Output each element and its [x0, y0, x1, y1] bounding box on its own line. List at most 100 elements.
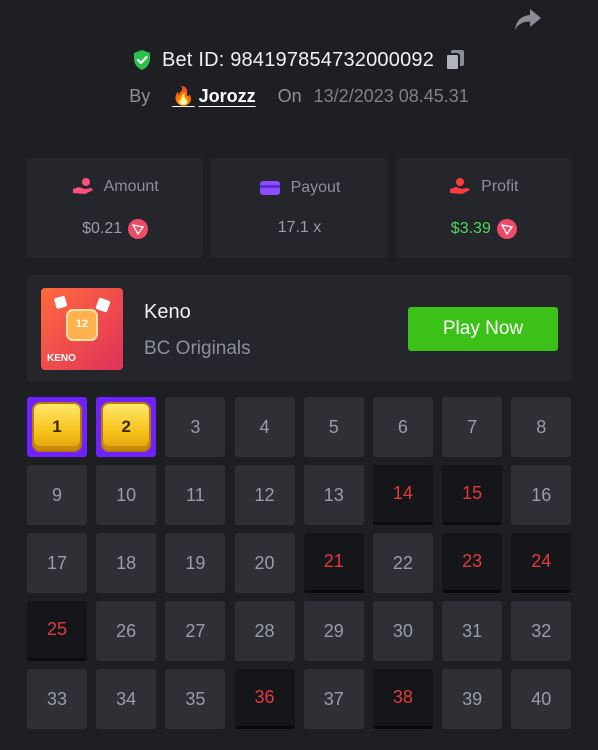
keno-tile-1[interactable]: 1	[27, 397, 87, 457]
keno-tile-number: 18	[116, 552, 137, 573]
keno-thumbnail[interactable]: 12 KENO	[41, 288, 123, 370]
keno-tile-17[interactable]: 17	[27, 533, 87, 593]
profit-value: $3.39	[450, 220, 491, 237]
keno-tile-26[interactable]: 26	[96, 601, 157, 661]
keno-tile-23[interactable]: 23	[442, 533, 503, 593]
keno-tile-number: 30	[392, 620, 413, 641]
keno-tile-13[interactable]: 13	[303, 465, 364, 525]
game-provider: BC Originals	[144, 338, 251, 359]
bet-date: 13/2/2023 08.45.31	[313, 85, 469, 106]
keno-tile-2[interactable]: 2	[96, 397, 157, 457]
keno-tile-number: 13	[323, 484, 344, 505]
keno-tile-number: 5	[328, 416, 339, 437]
copy-icon[interactable]	[444, 48, 466, 72]
keno-tile-6[interactable]: 6	[372, 397, 433, 457]
keno-tile-33[interactable]: 33	[27, 669, 87, 729]
on-label: On	[277, 85, 302, 106]
keno-tile-27[interactable]: 27	[165, 601, 226, 661]
keno-tile-number: 35	[185, 688, 206, 709]
keno-tile-20[interactable]: 20	[234, 533, 295, 593]
keno-tile-number: 3	[190, 416, 201, 437]
keno-tile-number: 24	[531, 551, 552, 571]
keno-tile-number: 34	[116, 688, 137, 709]
keno-tile-number: 16	[531, 484, 552, 505]
keno-tile-4[interactable]: 4	[234, 397, 295, 457]
keno-tile-9[interactable]: 9	[27, 465, 87, 525]
keno-tile-30[interactable]: 30	[372, 601, 433, 661]
keno-tile-number: 14	[392, 483, 413, 503]
keno-tile-25[interactable]: 25	[27, 601, 87, 661]
keno-tile-number: 25	[46, 619, 68, 639]
keno-tile-34[interactable]: 34	[96, 669, 157, 729]
keno-tile-number: 21	[323, 551, 344, 571]
keno-tile-7[interactable]: 7	[442, 397, 503, 457]
keno-tile-number: 40	[531, 688, 552, 709]
game-card: 12 KENO Keno BC Originals Play Now	[27, 275, 572, 382]
by-label: By	[129, 85, 151, 106]
share-icon	[515, 9, 541, 30]
keno-tile-22[interactable]: 22	[372, 533, 433, 593]
keno-tile-24[interactable]: 24	[511, 533, 572, 593]
keno-tile-14[interactable]: 14	[372, 465, 433, 525]
keno-tile-number: 6	[397, 416, 408, 437]
keno-tile-29[interactable]: 29	[303, 601, 364, 661]
thumb-label: KENO	[47, 353, 76, 364]
keno-tile-number: 9	[51, 484, 62, 505]
user-link[interactable]: 🔥 Jorozz	[172, 86, 255, 107]
keno-tile-number: 29	[323, 620, 344, 641]
keno-tile-number: 37	[323, 688, 344, 709]
keno-tile-3[interactable]: 3	[165, 397, 226, 457]
keno-tile-number: 39	[462, 688, 483, 709]
keno-tile-number: 22	[392, 552, 413, 573]
keno-tile-number: 33	[46, 688, 68, 709]
keno-tile-28[interactable]: 28	[234, 601, 295, 661]
keno-tile-number: 7	[467, 416, 478, 437]
payout-label: Payout	[290, 179, 341, 196]
keno-tile-21[interactable]: 21	[303, 533, 364, 593]
keno-tile-number: 36	[254, 687, 275, 707]
keno-tile-11[interactable]: 11	[165, 465, 226, 525]
amount-value: $0.21	[82, 220, 123, 237]
keno-tile-8[interactable]: 8	[511, 397, 572, 457]
tron-coin-icon	[128, 219, 149, 239]
keno-tile-number: 20	[254, 552, 275, 573]
keno-tile-39[interactable]: 39	[442, 669, 503, 729]
profit-hand-icon	[450, 178, 471, 194]
keno-tile-31[interactable]: 31	[442, 601, 503, 661]
keno-tile-38[interactable]: 38	[372, 669, 433, 729]
keno-tile-36[interactable]: 36	[234, 669, 295, 729]
keno-tile-18[interactable]: 18	[96, 533, 157, 593]
keno-tile-number: 23	[462, 551, 483, 571]
profit-stat: Profit $3.39	[395, 158, 572, 258]
keno-tile-15[interactable]: 15	[442, 465, 503, 525]
stats-row: Amount $0.21 Payout 17.1 x Profit $3.39	[27, 158, 572, 258]
keno-tile-40[interactable]: 40	[511, 669, 572, 729]
amount-stat: Amount $0.21	[27, 158, 204, 258]
keno-tile-19[interactable]: 19	[165, 533, 226, 593]
keno-tile-number: 8	[536, 416, 547, 437]
wallet-card-icon	[259, 181, 280, 195]
keno-tile-number: 17	[46, 552, 68, 573]
keno-tile-37[interactable]: 37	[303, 669, 364, 729]
keno-tile-16[interactable]: 16	[511, 465, 572, 525]
keno-tile-32[interactable]: 32	[511, 601, 572, 661]
payout-value: 17.1 x	[277, 219, 322, 236]
bet-id: Bet ID: 984197854732000092	[161, 48, 435, 71]
play-now-button[interactable]: Play Now	[408, 307, 558, 351]
fire-icon: 🔥	[172, 85, 195, 106]
keno-tile-number: 26	[116, 620, 137, 641]
amount-label: Amount	[103, 178, 159, 195]
keno-tile-10[interactable]: 10	[96, 465, 157, 525]
keno-tile-number: 31	[462, 620, 483, 641]
keno-tile-number: 10	[116, 484, 137, 505]
keno-tile-35[interactable]: 35	[165, 669, 226, 729]
share-button[interactable]	[510, 4, 546, 36]
game-name: Keno	[144, 301, 191, 323]
verified-shield-icon	[133, 50, 150, 70]
thumb-number: 12	[75, 318, 89, 330]
payout-stat: Payout 17.1 x	[211, 158, 388, 258]
keno-tile-number: 11	[186, 484, 205, 505]
keno-tile-5[interactable]: 5	[303, 397, 364, 457]
keno-tile-number: 28	[254, 620, 275, 641]
keno-tile-12[interactable]: 12	[234, 465, 295, 525]
